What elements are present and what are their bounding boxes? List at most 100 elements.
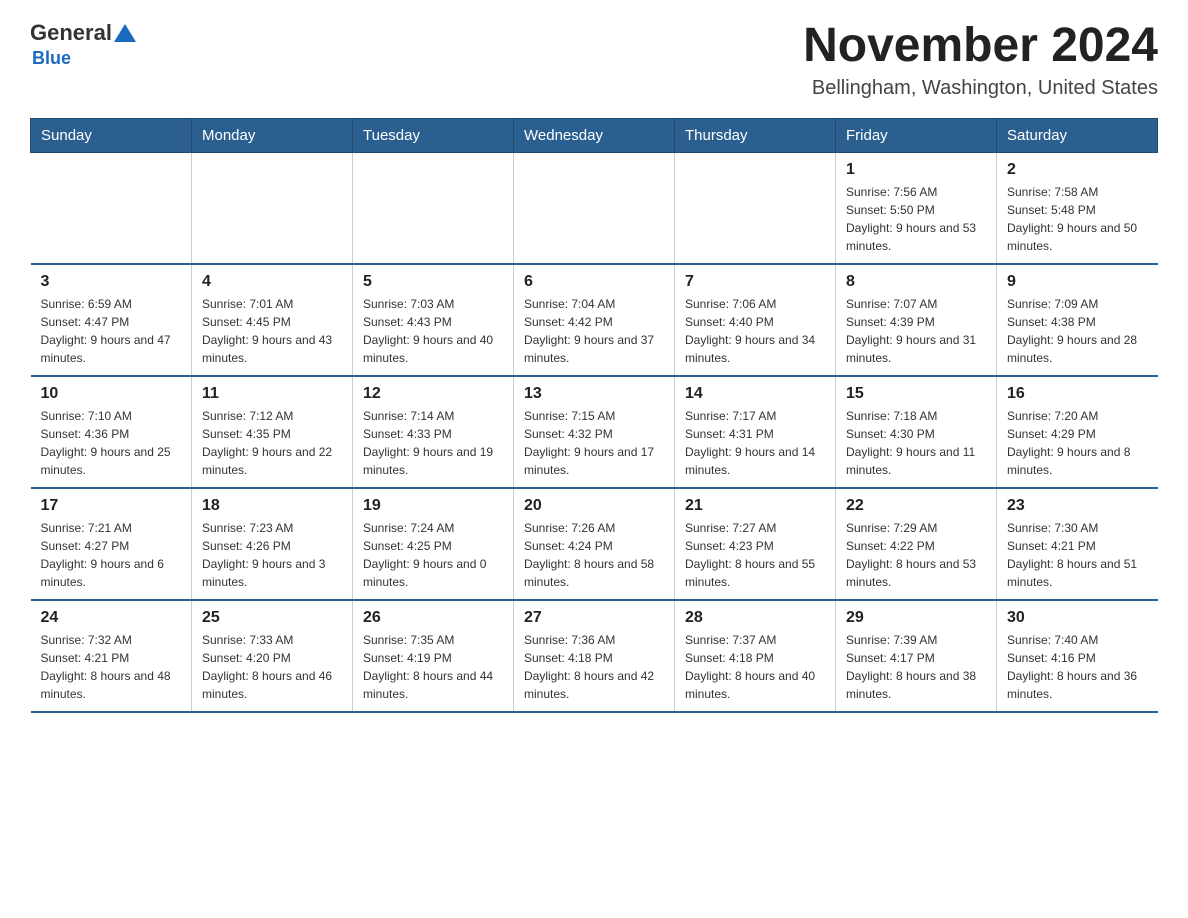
day-info: Sunrise: 7:58 AM Sunset: 5:48 PM Dayligh… [1007, 183, 1148, 255]
day-number: 20 [524, 497, 664, 515]
day-info: Sunrise: 7:33 AM Sunset: 4:20 PM Dayligh… [202, 631, 342, 703]
day-info: Sunrise: 7:39 AM Sunset: 4:17 PM Dayligh… [846, 631, 986, 703]
table-row: 7 Sunrise: 7:06 AM Sunset: 4:40 PM Daylig… [675, 264, 836, 376]
day-number: 21 [685, 497, 825, 515]
day-info: Sunrise: 7:20 AM Sunset: 4:29 PM Dayligh… [1007, 407, 1148, 479]
table-row [675, 152, 836, 264]
calendar-week-row: 24Sunrise: 7:32 AM Sunset: 4:21 PM Dayli… [31, 600, 1158, 712]
day-info: Sunrise: 7:37 AM Sunset: 4:18 PM Dayligh… [685, 631, 825, 703]
day-number: 25 [202, 609, 342, 627]
day-number: 24 [41, 609, 182, 627]
table-row: 10Sunrise: 7:10 AM Sunset: 4:36 PM Dayli… [31, 376, 192, 488]
table-row: 26 Sunrise: 7:35 AM Sunset: 4:19 PM Dayli… [353, 600, 514, 712]
day-info: Sunrise: 7:07 AM Sunset: 4:39 PM Dayligh… [846, 295, 986, 367]
day-number: 3 [41, 273, 182, 291]
day-info: Sunrise: 7:35 AM Sunset: 4:19 PM Dayligh… [363, 631, 503, 703]
month-title: November 2024 [803, 20, 1158, 73]
calendar-table: Sunday Monday Tuesday Wednesday Thursday… [30, 118, 1158, 713]
day-info: Sunrise: 7:56 AM Sunset: 5:50 PM Dayligh… [846, 183, 986, 255]
day-info: Sunrise: 7:04 AM Sunset: 4:42 PM Dayligh… [524, 295, 664, 367]
table-row: 13Sunrise: 7:15 AM Sunset: 4:32 PM Dayli… [514, 376, 675, 488]
page-header: General Blue November 2024 Bellingham, W… [30, 20, 1158, 100]
day-info: Sunrise: 7:30 AM Sunset: 4:21 PM Dayligh… [1007, 519, 1148, 591]
table-row [514, 152, 675, 264]
table-row: 16 Sunrise: 7:20 AM Sunset: 4:29 PM Dayli… [997, 376, 1158, 488]
table-row: 29 Sunrise: 7:39 AM Sunset: 4:17 PM Dayli… [836, 600, 997, 712]
day-number: 17 [41, 497, 182, 515]
table-row: 6 Sunrise: 7:04 AM Sunset: 4:42 PM Daylig… [514, 264, 675, 376]
day-number: 15 [846, 385, 986, 403]
day-number: 7 [685, 273, 825, 291]
calendar-header-row: Sunday Monday Tuesday Wednesday Thursday… [31, 118, 1158, 152]
table-row: 12 Sunrise: 7:14 AM Sunset: 4:33 PM Dayli… [353, 376, 514, 488]
table-row: 23 Sunrise: 7:30 AM Sunset: 4:21 PM Dayli… [997, 488, 1158, 600]
day-info: Sunrise: 6:59 AM Sunset: 4:47 PM Dayligh… [41, 295, 182, 367]
day-number: 28 [685, 609, 825, 627]
day-info: Sunrise: 7:27 AM Sunset: 4:23 PM Dayligh… [685, 519, 825, 591]
table-row: 2 Sunrise: 7:58 AM Sunset: 5:48 PM Daylig… [997, 152, 1158, 264]
table-row: 5Sunrise: 7:03 AM Sunset: 4:43 PM Daylig… [353, 264, 514, 376]
calendar-week-row: 17 Sunrise: 7:21 AM Sunset: 4:27 PM Dayli… [31, 488, 1158, 600]
table-row: 30Sunrise: 7:40 AM Sunset: 4:16 PM Dayli… [997, 600, 1158, 712]
table-row: 4Sunrise: 7:01 AM Sunset: 4:45 PM Daylig… [192, 264, 353, 376]
day-info: Sunrise: 7:29 AM Sunset: 4:22 PM Dayligh… [846, 519, 986, 591]
logo-text: General [30, 20, 136, 46]
day-number: 14 [685, 385, 825, 403]
day-number: 11 [202, 385, 342, 403]
day-number: 2 [1007, 161, 1148, 179]
table-row: 15 Sunrise: 7:18 AM Sunset: 4:30 PM Dayli… [836, 376, 997, 488]
day-number: 27 [524, 609, 664, 627]
col-monday: Monday [192, 118, 353, 152]
day-info: Sunrise: 7:12 AM Sunset: 4:35 PM Dayligh… [202, 407, 342, 479]
table-row [31, 152, 192, 264]
day-number: 1 [846, 161, 986, 179]
day-number: 13 [524, 385, 664, 403]
day-number: 6 [524, 273, 664, 291]
table-row: 18 Sunrise: 7:23 AM Sunset: 4:26 PM Dayli… [192, 488, 353, 600]
location: Bellingham, Washington, United States [803, 77, 1158, 100]
day-number: 4 [202, 273, 342, 291]
table-row: 8 Sunrise: 7:07 AM Sunset: 4:39 PM Daylig… [836, 264, 997, 376]
day-number: 12 [363, 385, 503, 403]
day-number: 22 [846, 497, 986, 515]
day-info: Sunrise: 7:36 AM Sunset: 4:18 PM Dayligh… [524, 631, 664, 703]
day-info: Sunrise: 7:21 AM Sunset: 4:27 PM Dayligh… [41, 519, 182, 591]
col-wednesday: Wednesday [514, 118, 675, 152]
table-row: 17 Sunrise: 7:21 AM Sunset: 4:27 PM Dayli… [31, 488, 192, 600]
day-info: Sunrise: 7:24 AM Sunset: 4:25 PM Dayligh… [363, 519, 503, 591]
day-info: Sunrise: 7:40 AM Sunset: 4:16 PM Dayligh… [1007, 631, 1148, 703]
col-friday: Friday [836, 118, 997, 152]
table-row [353, 152, 514, 264]
calendar-week-row: 3 Sunrise: 6:59 AM Sunset: 4:47 PM Daylig… [31, 264, 1158, 376]
table-row: 27 Sunrise: 7:36 AM Sunset: 4:18 PM Dayli… [514, 600, 675, 712]
day-info: Sunrise: 7:23 AM Sunset: 4:26 PM Dayligh… [202, 519, 342, 591]
day-info: Sunrise: 7:10 AM Sunset: 4:36 PM Dayligh… [41, 407, 182, 479]
day-number: 8 [846, 273, 986, 291]
day-number: 26 [363, 609, 503, 627]
logo-subtitle: Blue [32, 48, 71, 69]
day-info: Sunrise: 7:03 AM Sunset: 4:43 PM Dayligh… [363, 295, 503, 367]
day-info: Sunrise: 7:18 AM Sunset: 4:30 PM Dayligh… [846, 407, 986, 479]
day-number: 23 [1007, 497, 1148, 515]
col-thursday: Thursday [675, 118, 836, 152]
table-row: 28 Sunrise: 7:37 AM Sunset: 4:18 PM Dayli… [675, 600, 836, 712]
table-row: 3 Sunrise: 6:59 AM Sunset: 4:47 PM Daylig… [31, 264, 192, 376]
logo: General Blue [30, 20, 136, 69]
day-info: Sunrise: 7:06 AM Sunset: 4:40 PM Dayligh… [685, 295, 825, 367]
table-row: 24Sunrise: 7:32 AM Sunset: 4:21 PM Dayli… [31, 600, 192, 712]
table-row: 19Sunrise: 7:24 AM Sunset: 4:25 PM Dayli… [353, 488, 514, 600]
table-row: 1 Sunrise: 7:56 AM Sunset: 5:50 PM Daylig… [836, 152, 997, 264]
day-number: 16 [1007, 385, 1148, 403]
day-info: Sunrise: 7:17 AM Sunset: 4:31 PM Dayligh… [685, 407, 825, 479]
table-row: 21 Sunrise: 7:27 AM Sunset: 4:23 PM Dayli… [675, 488, 836, 600]
calendar-week-row: 10Sunrise: 7:10 AM Sunset: 4:36 PM Dayli… [31, 376, 1158, 488]
calendar-week-row: 1 Sunrise: 7:56 AM Sunset: 5:50 PM Daylig… [31, 152, 1158, 264]
logo-general: General [30, 20, 112, 46]
day-number: 18 [202, 497, 342, 515]
day-info: Sunrise: 7:14 AM Sunset: 4:33 PM Dayligh… [363, 407, 503, 479]
day-number: 29 [846, 609, 986, 627]
table-row: 11 Sunrise: 7:12 AM Sunset: 4:35 PM Dayli… [192, 376, 353, 488]
day-number: 9 [1007, 273, 1148, 291]
table-row: 22 Sunrise: 7:29 AM Sunset: 4:22 PM Dayli… [836, 488, 997, 600]
table-row [192, 152, 353, 264]
